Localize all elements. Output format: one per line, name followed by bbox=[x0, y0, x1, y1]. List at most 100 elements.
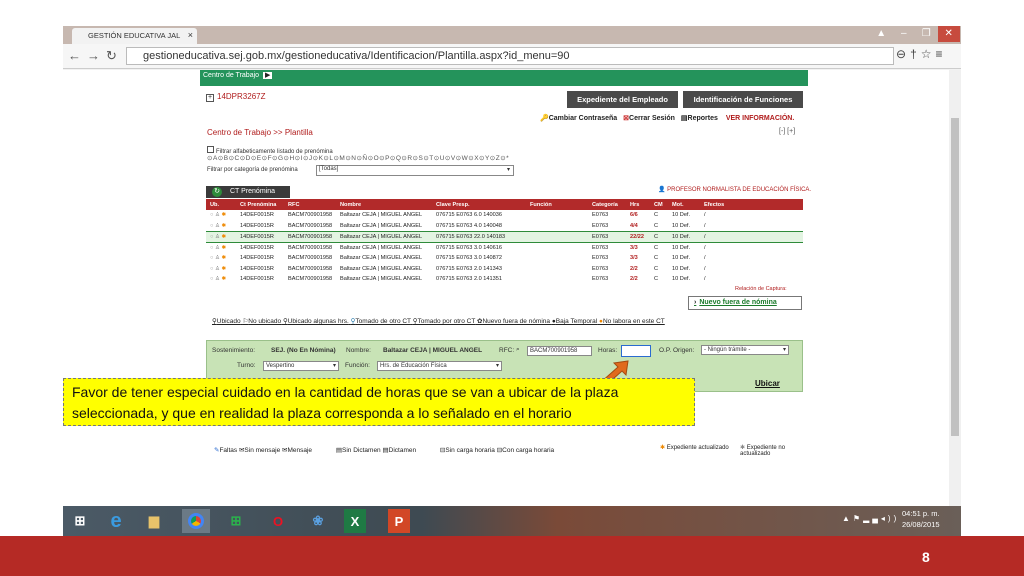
alphabet-radio-list[interactable]: ⊙A⊙B⊙C⊙D⊙E⊙F⊙G⊙H⊙I⊙J⊙K⊙L⊙M⊙N⊙Ñ⊙O⊙P⊙Q⊙R⊙S… bbox=[207, 154, 509, 162]
col-nombre: Nombre bbox=[336, 199, 432, 210]
system-tray[interactable]: ▲⚑▂▄◂)) bbox=[842, 514, 899, 523]
cell-funcion bbox=[526, 253, 588, 264]
expand-icon[interactable]: + bbox=[206, 94, 214, 102]
ver-informacion-link[interactable]: VER INFORMACIÓN. bbox=[726, 115, 794, 122]
excel-icon[interactable]: X bbox=[344, 509, 366, 533]
table-row[interactable]: ○ ♙ ✱ 14DEF0015R BACM700901958 Baltazar CEJ… bbox=[206, 242, 803, 253]
cell-ub: ○ ♙ ✱ bbox=[206, 210, 236, 221]
legend-baja[interactable]: Baja Temporal bbox=[556, 318, 597, 325]
ct-menu[interactable]: Centro de Trabajo ▶ bbox=[203, 71, 273, 79]
cell-cat: E0763 bbox=[592, 276, 609, 283]
slide: GESTIÓN EDUCATIVA JAL × ▲ – ❐ ✕ ←→↻ gest… bbox=[0, 0, 1024, 576]
table-row[interactable]: ○ ♙ ✱ 14DEF0015R BACM700901958 Baltazar CEJ… bbox=[206, 274, 803, 285]
reload-icon[interactable]: ↻ bbox=[106, 48, 123, 63]
powerpoint-icon[interactable]: P bbox=[388, 509, 410, 533]
radio-icon[interactable]: ○ bbox=[210, 255, 213, 261]
tab-ct-prenomina[interactable]: ↻ CT Prenómina bbox=[206, 186, 290, 198]
bookmark-star-icon[interactable]: ☆ bbox=[921, 47, 936, 61]
cell-ub: ○ ♙ ✱ bbox=[206, 242, 236, 253]
forward-icon[interactable]: → bbox=[87, 48, 106, 63]
expediente-button[interactable]: Expediente del Empleado bbox=[567, 91, 678, 108]
chrome-icon[interactable] bbox=[182, 509, 210, 533]
star-icon: ✱ bbox=[221, 244, 227, 251]
folder-icon[interactable]: ▆ bbox=[140, 509, 168, 533]
ct-id[interactable]: +14DPR3267Z bbox=[206, 92, 265, 102]
nuevo-fuera-nomina-button[interactable]: › Nuevo fuera de nómina bbox=[688, 296, 802, 310]
radio-icon[interactable]: ○ bbox=[210, 245, 213, 251]
horas-field[interactable] bbox=[621, 345, 651, 357]
scrollbar[interactable] bbox=[949, 70, 961, 506]
legend-ubicado-algunas[interactable]: Ubicado algunas hrs. bbox=[288, 318, 349, 325]
cerrar-sesion-link[interactable]: Cerrar Sesión bbox=[629, 115, 675, 122]
radio-icon[interactable]: ○ bbox=[210, 276, 213, 282]
store-icon[interactable]: ⊞ bbox=[222, 509, 250, 533]
collapse-icon[interactable] bbox=[207, 146, 214, 153]
legend-no-ubicado[interactable]: No ubicado bbox=[248, 318, 281, 325]
zoom-icon[interactable]: ⊖ bbox=[896, 47, 910, 61]
op-origen-value: - Ningún trámite - bbox=[704, 347, 751, 353]
arrow-right-icon: › bbox=[694, 299, 697, 306]
chevron-down-icon: ▾ bbox=[495, 363, 499, 369]
cell-ct: 14DEF0015R bbox=[240, 212, 274, 219]
lock-icon: ♙ bbox=[214, 276, 220, 283]
radio-icon[interactable]: ○ bbox=[210, 223, 213, 229]
scrollbar-thumb[interactable] bbox=[951, 118, 959, 436]
cell-hrs: 6/6 bbox=[630, 212, 638, 219]
turno-select[interactable]: Vespertino ▾ bbox=[263, 361, 339, 371]
funcion-select[interactable]: Hrs. de Educación Física ▾ bbox=[377, 361, 502, 371]
table-row[interactable]: ○ ♙ ✱ 14DEF0015R BACM700901958 Baltazar CEJ… bbox=[206, 253, 803, 264]
reportes-link[interactable]: Reportes bbox=[688, 115, 718, 122]
cell-clave: 076715 E0763 2.0 141343 bbox=[436, 265, 502, 272]
ie-icon[interactable]: e bbox=[102, 509, 130, 533]
profesor-text: PROFESOR NORMALISTA DE EDUCACIÓN FÍSICA. bbox=[667, 187, 812, 193]
restore-icon[interactable]: ❐ bbox=[915, 26, 938, 42]
legend-no-labora[interactable]: No labora en este CT bbox=[603, 318, 665, 325]
table-row[interactable]: ○ ♙ ✱ 14DEF0015R BACM700901958 Baltazar CEJ… bbox=[206, 210, 803, 221]
legend-tomado-por[interactable]: Tomado por otro CT bbox=[418, 318, 476, 325]
cell-hrs: 4/4 bbox=[630, 222, 638, 229]
cell-funcion bbox=[526, 210, 588, 221]
table-row[interactable]: ○ ♙ ✱ 14DEF0015R BACM700901958 Baltazar CEJ… bbox=[206, 230, 803, 243]
radio-icon[interactable]: ○ bbox=[210, 234, 213, 240]
cell-funcion bbox=[526, 274, 588, 285]
legend-tomado-de[interactable]: Tomado de otro CT bbox=[355, 318, 411, 325]
rfc-field[interactable]: BACM700901958 bbox=[527, 346, 592, 356]
rfc-label: RFC: bbox=[499, 347, 515, 354]
sostenimiento-value: SEJ. (No En Nómina) bbox=[271, 347, 336, 354]
ubicar-button[interactable]: Ubicar bbox=[755, 379, 780, 388]
app-icon[interactable]: ❀ bbox=[304, 509, 332, 533]
windows-start-icon[interactable]: ⊞ bbox=[66, 509, 94, 533]
op-origen-select[interactable]: - Ningún trámite - ▾ bbox=[701, 345, 789, 355]
clock[interactable]: 04:51 p. m. 26/08/2015 bbox=[902, 508, 940, 530]
cell-cm: C bbox=[654, 265, 659, 272]
category-select[interactable]: [Todas] ▾ bbox=[316, 165, 514, 176]
address-bar[interactable]: gestioneducativa.sej.gob.mx/gestioneduca… bbox=[126, 47, 894, 65]
lock-icon: ♙ bbox=[214, 255, 220, 262]
table-row[interactable]: ○ ♙ ✱ 14DEF0015R BACM700901958 Baltazar CEJ… bbox=[206, 263, 803, 274]
radio-icon[interactable]: ○ bbox=[210, 212, 213, 218]
legend-ubicado[interactable]: Ubicado bbox=[217, 318, 241, 325]
cell-ef: / bbox=[704, 255, 706, 262]
cell-funcion bbox=[526, 230, 588, 243]
browser-tab[interactable]: GESTIÓN EDUCATIVA JAL × bbox=[72, 28, 197, 44]
extension-icon[interactable]: † bbox=[910, 47, 921, 61]
minimize-icon[interactable]: – bbox=[893, 26, 916, 42]
user-icon[interactable]: ▲ bbox=[870, 26, 893, 42]
rfc-lookup-icon[interactable]: ⌕ bbox=[516, 346, 520, 354]
cambiar-contrasena-link[interactable]: Cambiar Contraseña bbox=[549, 115, 617, 122]
cell-cm: C bbox=[650, 230, 668, 243]
legend-nuevo[interactable]: Nuevo fuera de nómina bbox=[482, 318, 550, 325]
identificacion-button[interactable]: Identificación de Funciones bbox=[683, 91, 803, 108]
table-row[interactable]: ○ ♙ ✱ 14DEF0015R BACM700901958 Baltazar CEJ… bbox=[206, 221, 803, 232]
cell-rfc: BACM700901958 bbox=[288, 244, 333, 251]
prenomina-table: Ub. Ct Prenómina RFC Nombre Clave Presp.… bbox=[206, 199, 803, 285]
radio-icon[interactable]: ○ bbox=[210, 266, 213, 272]
star-icon: ✱ bbox=[221, 255, 227, 262]
close-window-icon[interactable]: ✕ bbox=[937, 26, 960, 42]
close-tab-icon[interactable]: × bbox=[188, 30, 193, 40]
back-icon[interactable]: ← bbox=[68, 48, 87, 63]
collapse-controls[interactable]: [-] [+] bbox=[779, 128, 795, 135]
exp-no-actualizado-text: Expediente no actualizado bbox=[740, 445, 786, 457]
menu-icon[interactable]: ≡ bbox=[936, 47, 947, 61]
opera-icon[interactable]: O bbox=[264, 509, 292, 533]
